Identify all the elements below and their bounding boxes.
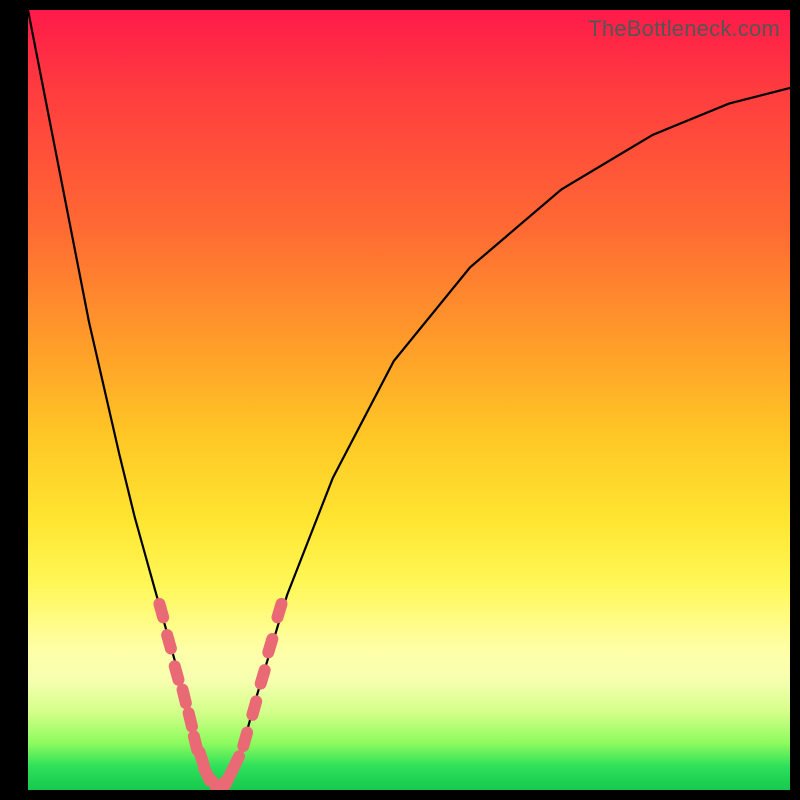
- curve-marker: [181, 706, 199, 734]
- curve-marker: [245, 694, 264, 722]
- chart-frame: TheBottleneck.com: [0, 0, 800, 800]
- curve-marker: [236, 725, 255, 753]
- bottleneck-curve: [28, 10, 790, 790]
- curve-marker: [167, 659, 186, 687]
- curve-marker: [225, 748, 247, 777]
- curve-marker: [270, 596, 289, 624]
- curve-marker: [160, 628, 179, 656]
- curve-marker: [261, 632, 280, 660]
- curve-marker: [175, 682, 193, 710]
- curve-marker: [152, 596, 171, 624]
- curve-path: [28, 10, 790, 790]
- marker-group: [152, 596, 289, 790]
- curve-marker: [253, 663, 272, 691]
- plot-area: TheBottleneck.com: [28, 10, 790, 790]
